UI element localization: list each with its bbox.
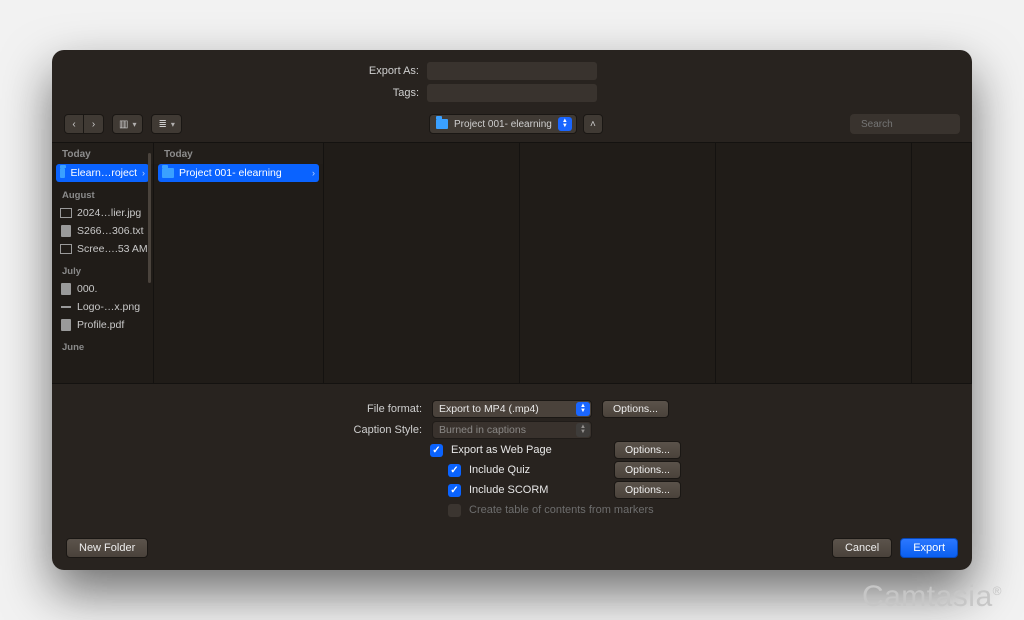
sidebar-item[interactable]: Profile.pdf — [52, 316, 153, 334]
format-pane: File format: Export to MP4 (.mp4) ▲▼ Opt… — [52, 384, 972, 528]
file-icon — [61, 319, 71, 331]
sidebar-item[interactable]: 000. — [52, 280, 153, 298]
export-as-input[interactable] — [427, 62, 597, 80]
empty-column — [520, 143, 716, 383]
sidebar-item[interactable]: Scree….53 AM — [52, 240, 153, 258]
group-by-button[interactable]: ≣▾ — [151, 114, 181, 134]
chevron-right-icon: › — [142, 168, 145, 178]
empty-column — [716, 143, 912, 383]
nav-back-button[interactable]: ‹ — [64, 114, 84, 134]
toc-checkbox — [448, 504, 461, 517]
list-icon: ≣ — [158, 119, 166, 130]
sidebar-column: Today Elearn…roject › August 2024…lier.j… — [52, 143, 154, 383]
finder-toolbar: ‹ › ▥▾ ≣▾ Project 001- elearning ▲▼ ˄ — [52, 110, 972, 142]
item-label: 000. — [77, 283, 97, 295]
include-quiz-label: Include Quiz — [469, 464, 606, 476]
sidebar-item[interactable]: S266…306.txt — [52, 222, 153, 240]
folder-icon — [60, 168, 65, 178]
folder-item[interactable]: Project 001- elearning › — [158, 164, 319, 182]
image-icon — [60, 208, 72, 218]
toc-label: Create table of contents from markers — [469, 504, 654, 516]
dash-icon — [61, 306, 71, 308]
item-label: S266…306.txt — [77, 225, 144, 237]
new-folder-button[interactable]: New Folder — [66, 538, 148, 558]
group-header: Today — [154, 143, 323, 164]
item-label: Profile.pdf — [77, 319, 124, 331]
view-columns-button[interactable]: ▥▾ — [112, 114, 143, 134]
web-page-options-button[interactable]: Options... — [614, 441, 681, 459]
item-label: Project 001- elearning — [179, 167, 282, 179]
file-format-value: Export to MP4 (.mp4) — [439, 403, 539, 415]
include-scorm-label: Include SCORM — [469, 484, 606, 496]
group-header: June — [52, 334, 153, 356]
empty-column — [912, 143, 972, 383]
camtasia-watermark: Camtasia® — [862, 580, 1002, 614]
item-label: Logo-…x.png — [77, 301, 140, 313]
include-quiz-checkbox[interactable]: ✓ — [448, 464, 461, 477]
search-input[interactable] — [861, 119, 972, 130]
item-label: Scree….53 AM — [77, 243, 148, 255]
tags-label: Tags: — [89, 87, 419, 99]
scrollbar[interactable] — [148, 153, 151, 283]
stepper-icon: ▲▼ — [558, 117, 572, 131]
file-icon — [61, 225, 71, 237]
search-field[interactable] — [850, 114, 960, 134]
folder-icon — [162, 168, 174, 178]
columns-icon: ▥ — [119, 119, 128, 130]
sidebar-item[interactable]: Elearn…roject › — [56, 164, 149, 182]
path-popup-button[interactable]: Project 001- elearning ▲▼ — [429, 114, 577, 134]
file-format-label: File format: — [52, 403, 422, 415]
bottom-bar: New Folder Cancel Export — [52, 528, 972, 570]
file-icon — [61, 283, 71, 295]
empty-column — [324, 143, 520, 383]
sidebar-item[interactable]: 2024…lier.jpg — [52, 204, 153, 222]
folder-column: Today Project 001- elearning › — [154, 143, 324, 383]
export-button[interactable]: Export — [900, 538, 958, 558]
folder-icon — [436, 119, 448, 129]
cancel-button[interactable]: Cancel — [832, 538, 892, 558]
caption-style-value: Burned in captions — [439, 424, 526, 436]
file-format-select[interactable]: Export to MP4 (.mp4) ▲▼ — [432, 400, 592, 418]
export-web-page-label: Export as Web Page — [451, 444, 606, 456]
group-header: August — [52, 182, 153, 204]
chevron-down-icon: ▾ — [171, 120, 175, 129]
image-icon — [60, 244, 72, 254]
group-header: Today — [52, 143, 153, 164]
stepper-icon: ▲▼ — [576, 402, 590, 416]
nav-back-forward: ‹ › — [64, 114, 104, 134]
item-label: 2024…lier.jpg — [77, 207, 141, 219]
group-header: July — [52, 258, 153, 280]
export-as-label: Export As: — [89, 65, 419, 77]
path-control: Project 001- elearning ▲▼ ˄ — [429, 114, 603, 134]
stepper-icon: ▲▼ — [576, 423, 590, 437]
sidebar-item[interactable]: Logo-…x.png — [52, 298, 153, 316]
nav-forward-button[interactable]: › — [84, 114, 104, 134]
export-sheet: Export As: Tags: ‹ › ▥▾ ≣▾ Project 001- … — [52, 50, 972, 570]
path-label: Project 001- elearning — [454, 119, 552, 130]
caption-style-select: Burned in captions ▲▼ — [432, 421, 592, 439]
tags-input[interactable] — [427, 84, 597, 102]
quiz-options-button[interactable]: Options... — [614, 461, 681, 479]
caption-style-label: Caption Style: — [52, 424, 422, 436]
enclosing-folder-button[interactable]: ˄ — [583, 114, 603, 134]
export-web-page-checkbox[interactable]: ✓ — [430, 444, 443, 457]
sidebar-scroll[interactable]: Today Elearn…roject › August 2024…lier.j… — [52, 143, 153, 383]
header-fields: Export As: Tags: — [52, 50, 972, 110]
chevron-down-icon: ▾ — [132, 120, 136, 129]
chevron-right-icon: › — [312, 168, 315, 178]
file-format-options-button[interactable]: Options... — [602, 400, 669, 418]
scorm-options-button[interactable]: Options... — [614, 481, 681, 499]
item-label: Elearn…roject — [70, 167, 137, 179]
include-scorm-checkbox[interactable]: ✓ — [448, 484, 461, 497]
column-browser: Today Elearn…roject › August 2024…lier.j… — [52, 142, 972, 384]
